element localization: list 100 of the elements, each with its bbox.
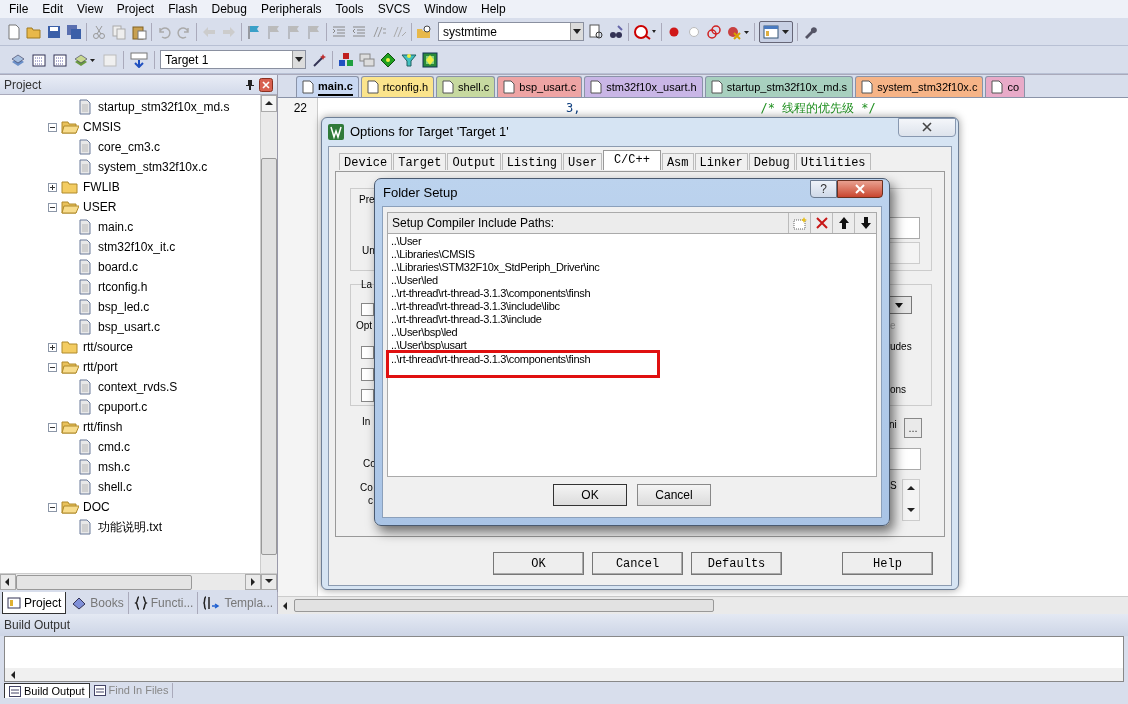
- menu-item[interactable]: Help: [474, 0, 513, 18]
- dialog-button[interactable]: OK: [553, 484, 627, 506]
- dropdown-arrow-icon[interactable]: [895, 302, 903, 308]
- path-item[interactable]: ..\rt-thread\rt-thread-3.1.3\include: [391, 313, 876, 326]
- file-name[interactable]: cmd.c: [98, 438, 130, 456]
- template-icon[interactable]: [203, 596, 222, 610]
- file-name[interactable]: cpuport.c: [98, 398, 148, 416]
- delete-icon[interactable]: [815, 217, 828, 229]
- options-tab[interactable]: User: [563, 153, 602, 170]
- search-combo[interactable]: systmtime: [438, 22, 584, 41]
- download-icon[interactable]: [129, 51, 149, 68]
- file-tab[interactable]: bsp_usart.c: [497, 76, 583, 97]
- file-tab[interactable]: main.c: [296, 76, 359, 97]
- file-name[interactable]: rtconfig.h: [98, 278, 148, 296]
- file-icon[interactable]: [442, 80, 455, 94]
- horizontal-scrollbar[interactable]: [294, 599, 714, 612]
- funnel-icon[interactable]: [401, 51, 417, 68]
- file-name[interactable]: shell.c: [98, 478, 132, 496]
- menu-item[interactable]: Tools: [328, 0, 371, 18]
- options-tab[interactable]: C/C++: [602, 150, 661, 170]
- binoculars-icon[interactable]: [608, 23, 624, 40]
- folder-name[interactable]: DOC: [83, 498, 110, 516]
- path-item[interactable]: ..\rt-thread\rt-thread-3.1.3\components\finsh: [391, 287, 876, 300]
- collapse-toggle[interactable]: [48, 422, 57, 432]
- file-tab[interactable]: system_stm32f10x.c: [855, 76, 984, 97]
- folder-name[interactable]: USER: [83, 198, 117, 216]
- menu-item[interactable]: Window: [417, 0, 474, 18]
- menu-item[interactable]: Edit: [35, 0, 71, 18]
- horizontal-scrollbar[interactable]: [0, 573, 277, 590]
- menu-item[interactable]: Project: [109, 0, 162, 18]
- menu-item[interactable]: Peripherals: [253, 0, 329, 18]
- panel-tab[interactable]: Build Output: [4, 683, 90, 698]
- expand-toggle[interactable]: [48, 342, 57, 352]
- dropdown-arrow-icon[interactable]: [782, 29, 789, 34]
- file-name[interactable]: system_stm32f10x.c: [98, 158, 208, 176]
- folder-name[interactable]: rtt/port: [83, 358, 118, 376]
- options-tab[interactable]: Target: [393, 153, 447, 170]
- dialog-button[interactable]: Help: [842, 552, 933, 575]
- dialog-button[interactable]: OK: [493, 552, 584, 575]
- file-tab[interactable]: stm32f10x_usart.h: [584, 76, 703, 97]
- dialog-button[interactable]: Cancel: [592, 552, 683, 575]
- file-icon[interactable]: [302, 80, 314, 94]
- folder-name[interactable]: FWLIB: [83, 178, 120, 196]
- file-icon[interactable]: [590, 80, 603, 94]
- file-name[interactable]: msh.c: [98, 458, 130, 476]
- file-icon[interactable]: [991, 80, 1004, 94]
- path-item[interactable]: ..\User: [391, 235, 876, 248]
- menu-item[interactable]: View: [70, 0, 110, 18]
- menu-item[interactable]: SVCS: [370, 0, 418, 18]
- folder-search-icon[interactable]: [416, 23, 432, 40]
- menu-item[interactable]: Debug: [204, 0, 254, 18]
- save-all-icon[interactable]: [66, 23, 82, 40]
- list-icon[interactable]: [93, 685, 106, 696]
- diamond-icon[interactable]: [380, 51, 396, 68]
- close-button[interactable]: [837, 179, 883, 198]
- pin-icon[interactable]: [245, 78, 255, 91]
- menu-item[interactable]: Flash: [161, 0, 205, 18]
- path-item[interactable]: ..\rt-thread\rt-thread-3.1.3\include\libc: [391, 300, 876, 313]
- options-tab[interactable]: Asm: [661, 153, 694, 170]
- path-item[interactable]: ..\User\led: [391, 274, 876, 287]
- path-item[interactable]: ..\Libraries\CMSIS: [391, 248, 876, 261]
- file-tab[interactable]: co: [985, 76, 1025, 97]
- file-name[interactable]: stm32f10x_it.c: [98, 238, 176, 256]
- expand-toggle[interactable]: [48, 182, 57, 192]
- checkbox[interactable]: [361, 303, 374, 316]
- file-name[interactable]: 功能说明.txt: [98, 518, 162, 536]
- scroll-list[interactable]: [902, 479, 920, 521]
- books-icon[interactable]: [71, 596, 88, 610]
- options-tab[interactable]: Debug: [748, 153, 795, 170]
- file-name[interactable]: bsp_led.c: [98, 298, 150, 316]
- browse-button[interactable]: ...: [904, 418, 922, 438]
- window-layout-button[interactable]: [759, 20, 793, 43]
- menu-item[interactable]: File: [2, 0, 36, 18]
- checkbox[interactable]: [361, 389, 374, 402]
- arrow-up-icon[interactable]: [837, 216, 850, 230]
- path-item[interactable]: ..\User\bsp\usart: [391, 339, 876, 352]
- collapse-toggle[interactable]: [48, 202, 57, 212]
- file-icon[interactable]: [861, 80, 874, 94]
- path-item[interactable]: ..\User\bsp\led: [391, 326, 876, 339]
- options-tab[interactable]: Utilities: [795, 153, 871, 170]
- path-item[interactable]: ..\rt-thread\rt-thread-3.1.3\components\finsh: [389, 353, 657, 375]
- file-icon[interactable]: [710, 80, 723, 94]
- folder-name[interactable]: rtt/finsh: [83, 418, 123, 436]
- folder-name[interactable]: CMSIS: [83, 118, 121, 136]
- components-icon[interactable]: [338, 51, 354, 68]
- file-name[interactable]: core_cm3.c: [98, 138, 161, 156]
- braces-icon[interactable]: [133, 596, 148, 610]
- dialog-button[interactable]: Cancel: [637, 484, 711, 506]
- breakpoints-icon[interactable]: [706, 23, 722, 40]
- panel-tab[interactable]: Project: [2, 592, 67, 614]
- paste-icon[interactable]: [131, 23, 147, 40]
- collapse-toggle[interactable]: [48, 362, 57, 372]
- new-file-icon[interactable]: [6, 23, 22, 40]
- file-name[interactable]: main.c: [98, 218, 134, 236]
- close-button[interactable]: [898, 117, 956, 137]
- target-combo[interactable]: Target 1: [160, 50, 306, 69]
- collapse-toggle[interactable]: [48, 502, 57, 512]
- file-tab[interactable]: rtconfig.h: [360, 76, 435, 97]
- arrow-down-icon[interactable]: [859, 216, 872, 230]
- close-icon[interactable]: [259, 77, 273, 92]
